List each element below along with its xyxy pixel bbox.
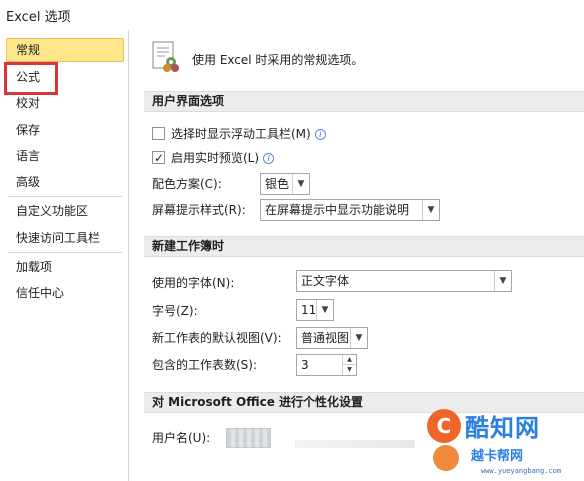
faded-text-region [295, 440, 415, 448]
watermark-subtitle: 越卡帮网 [471, 449, 524, 464]
mini-toolbar-label: 选择时显示浮动工具栏(M) [171, 127, 311, 141]
username-label: 用户名(U): [152, 431, 211, 445]
font-size-select[interactable]: 11 ▼ [296, 299, 334, 321]
sidebar-item-general[interactable]: 常规 [6, 38, 124, 62]
header-description: 使用 Excel 时采用的常规选项。 [192, 53, 364, 67]
default-view-value: 普通视图 [301, 331, 350, 345]
sidebar-item-trust-center[interactable]: 信任中心 [6, 281, 124, 305]
font-value: 正文字体 [301, 274, 350, 288]
section-new-workbook: 新建工作簿时 [144, 236, 584, 257]
chevron-down-icon: ▼ [494, 271, 511, 291]
sidebar-item-add-ins[interactable]: 加载项 [6, 255, 124, 279]
font-size-value: 11 [301, 303, 317, 317]
watermark-logo-icon: C [427, 409, 461, 443]
chevron-down-icon: ▼ [422, 200, 439, 220]
sheet-count-label: 包含的工作表数(S): [152, 358, 258, 372]
font-size-label: 字号(Z): [152, 304, 198, 318]
sheet-count-stepper[interactable]: 3 ▲ ▼ [296, 354, 357, 376]
chevron-down-icon: ▼ [350, 328, 367, 348]
font-label: 使用的字体(N): [152, 276, 235, 290]
chevron-down-icon: ▼ [292, 174, 309, 194]
watermark-logo: C 酷知网 越卡帮网 www.yueyangbang.com [427, 405, 584, 481]
color-scheme-value: 银色 [265, 177, 290, 191]
username-input[interactable] [226, 428, 271, 448]
default-view-label: 新工作表的默认视图(V): [152, 331, 282, 345]
spin-down-icon[interactable]: ▼ [342, 365, 356, 375]
sidebar-item-advanced[interactable]: 高级 [6, 170, 124, 194]
spin-up-icon[interactable]: ▲ [342, 355, 356, 365]
settings-options-icon [152, 41, 179, 72]
sidebar-divider [8, 196, 122, 197]
sidebar-divider [8, 252, 122, 253]
watermark-title: 酷知网 [465, 414, 540, 442]
live-preview-checkbox[interactable] [152, 148, 165, 168]
sidebar-item-customize-ribbon[interactable]: 自定义功能区 [6, 199, 124, 223]
info-icon: i [314, 129, 326, 140]
mini-toolbar-checkbox[interactable] [152, 127, 165, 140]
mini-toolbar-option[interactable]: 选择时显示浮动工具栏(M) i [152, 124, 326, 144]
font-select[interactable]: 正文字体 ▼ [296, 270, 512, 292]
live-preview-label: 启用实时预览(L) [171, 151, 260, 165]
sidebar: 常规 公式 校对 保存 语言 高级 自定义功能区 快速访问工具栏 加载项 信任中… [0, 30, 129, 481]
watermark-person-icon [433, 445, 459, 471]
sidebar-item-save[interactable]: 保存 [6, 118, 124, 142]
tooltip-style-select[interactable]: 在屏幕提示中显示功能说明 ▼ [260, 199, 440, 221]
sidebar-item-language[interactable]: 语言 [6, 144, 124, 168]
sidebar-item-quick-access-toolbar[interactable]: 快速访问工具栏 [6, 226, 124, 250]
tooltip-style-value: 在屏幕提示中显示功能说明 [265, 203, 410, 217]
section-ui-options: 用户界面选项 [144, 91, 584, 112]
color-scheme-label: 配色方案(C): [152, 177, 222, 191]
info-icon: i [263, 153, 275, 164]
window-titlebar: Excel 选项 [0, 0, 584, 30]
chevron-down-icon: ▼ [316, 300, 333, 320]
watermark-url: www.yueyangbang.com [481, 467, 562, 475]
window-title: Excel 选项 [6, 10, 71, 25]
annotation-highlight-box [4, 62, 58, 95]
tooltip-style-label: 屏幕提示样式(R): [152, 203, 246, 217]
color-scheme-select[interactable]: 银色 ▼ [260, 173, 310, 195]
live-preview-option[interactable]: 启用实时预览(L)i [152, 148, 275, 168]
sheet-count-value: 3 [301, 358, 309, 372]
default-view-select[interactable]: 普通视图 ▼ [296, 327, 368, 349]
